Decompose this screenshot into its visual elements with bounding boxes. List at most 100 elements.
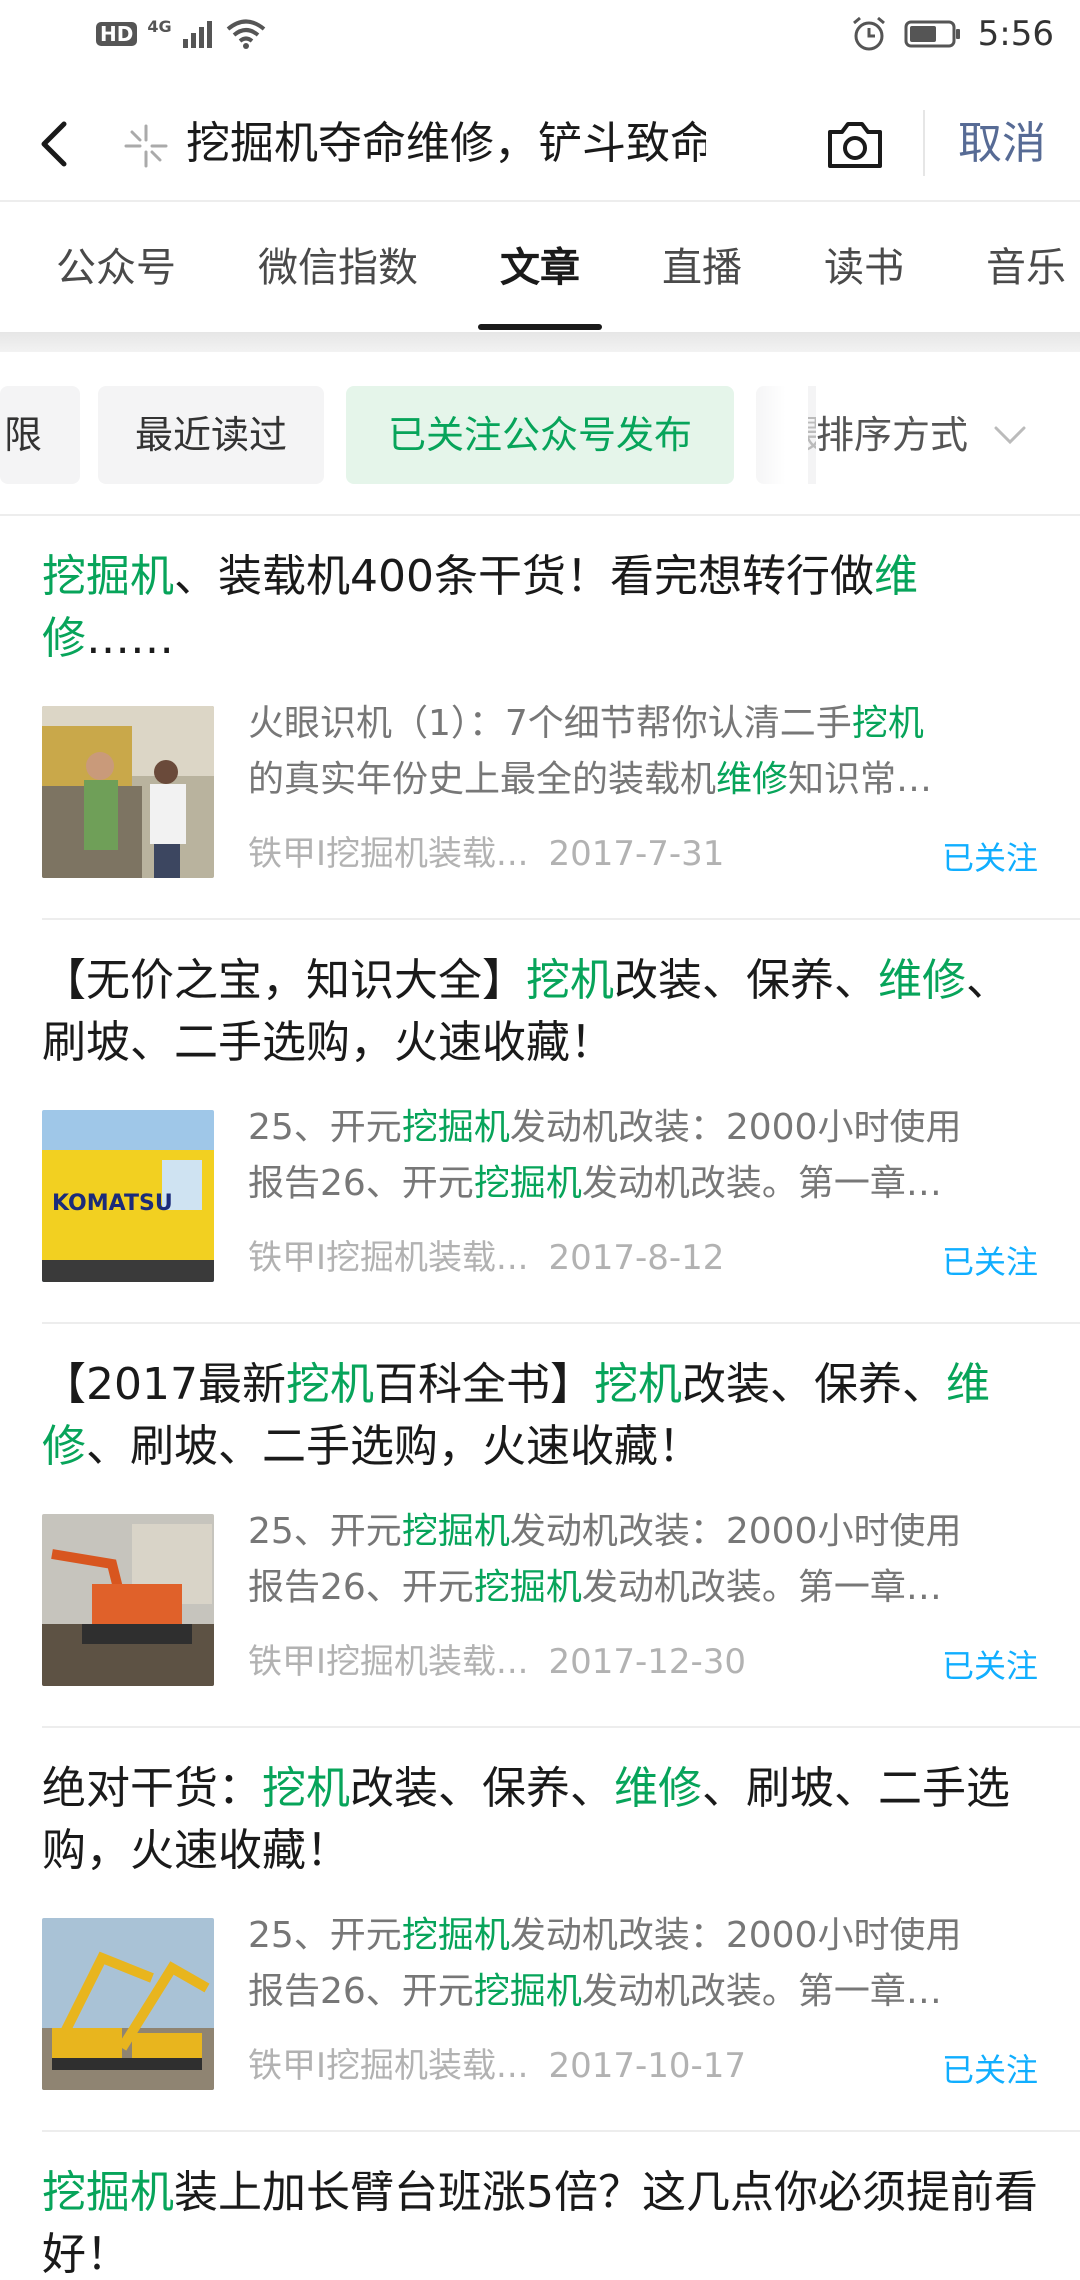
text-segment: 25、开元 xyxy=(248,1107,402,1148)
tab-music[interactable]: 音乐 xyxy=(986,240,1066,296)
article-date: 2017-12-30 xyxy=(548,1642,747,1682)
keyword-highlight: 挖掘机 xyxy=(401,1511,510,1552)
snippet-line: 25、开元挖掘机发动机改装：2000小时使用 xyxy=(248,1100,1038,1156)
yellow-excavators-image xyxy=(42,1918,214,2090)
hd-badge: HD xyxy=(96,22,138,46)
text-segment: 【无价之宝，知识大全】 xyxy=(42,955,526,1006)
text-segment: 发动机改装：2000小时使用 xyxy=(509,1107,962,1148)
filter-fade xyxy=(752,386,808,484)
people-excavator-image xyxy=(42,706,214,878)
text-segment: 发动机改装。第一章… xyxy=(581,1971,942,2012)
keyword-highlight: 挖机 xyxy=(593,1359,682,1410)
article-source: 铁甲I挖掘机装载... xyxy=(248,1642,529,1682)
keyword-highlight: 维修 xyxy=(614,1763,702,1814)
search-header: 挖掘机夺命维修，铲斗致命回 取消 xyxy=(0,90,1080,200)
article-item[interactable]: 挖掘机、装载机400条干货！看完想转行做维修…… 火眼识机（1）：7个细节帮你认… xyxy=(0,516,1080,920)
text-segment: 报告26、开元 xyxy=(248,1971,474,2012)
keyword-highlight: 挖掘机 xyxy=(42,551,174,602)
header-divider xyxy=(0,200,1080,202)
text-segment: 的真实年份史上最全的装载机 xyxy=(248,759,717,800)
article-snippet: 25、开元挖掘机发动机改装：2000小时使用 报告26、开元挖掘机发动机改装。第… xyxy=(248,1908,1038,2020)
sort-label: 排序方式 xyxy=(816,413,969,457)
keyword-highlight: 挖掘机 xyxy=(473,1163,582,1204)
text-segment: 发动机改装：2000小时使用 xyxy=(509,1915,962,1956)
article-thumbnail: KOMATSU xyxy=(42,1110,214,1282)
keyword-highlight: 挖掘机 xyxy=(473,1567,582,1608)
header-separator xyxy=(923,110,925,176)
followed-badge: 已关注 xyxy=(941,839,1038,877)
text-segment: 装上加长臂台班涨5倍？这几点你必须提前看好！ xyxy=(42,2167,1038,2280)
article-meta: 铁甲I挖掘机装载... 2017-8-12 xyxy=(248,1234,724,1282)
tab-official-accounts[interactable]: 公众号 xyxy=(56,240,176,296)
snippet-line: 报告26、开元挖掘机发动机改装。第一章… xyxy=(248,1156,1038,1212)
orange-excavator-image xyxy=(42,1514,214,1686)
text-segment: 知识常… xyxy=(788,759,933,800)
network-type: 4G xyxy=(147,16,172,36)
status-bar: HD 4G 5:56 xyxy=(0,0,1080,72)
snippet-line: 报告26、开元挖掘机发动机改装。第一章… xyxy=(248,1560,1038,1616)
snippet-line: 火眼识机（1）：7个细节帮你认清二手挖机 xyxy=(248,696,1038,752)
text-segment: …… xyxy=(86,613,174,664)
article-meta: 铁甲I挖掘机装载... 2017-12-30 xyxy=(248,1638,746,1686)
filter-bar: 限 最近读过 已关注公众号发布 最 排序方式 xyxy=(0,352,1080,512)
text-segment: 改装、保养、 xyxy=(614,955,878,1006)
article-item[interactable]: 【2017最新挖机百科全书】挖机改装、保养、维修、刷坡、二手选购，火速收藏！ 2… xyxy=(0,1324,1080,1728)
category-tabs: 公众号 微信指数 文章 直播 读书 音乐 xyxy=(0,204,1080,332)
text-segment: 报告26、开元 xyxy=(248,1567,474,1608)
filter-chip-time-limit[interactable]: 限 xyxy=(0,386,80,484)
keyword-highlight: 挖掘机 xyxy=(42,2167,174,2218)
article-title: 绝对干货：挖机改装、保养、维修、刷坡、二手选购，火速收藏！ xyxy=(42,1758,1042,1882)
text-segment: 改装、保养、 xyxy=(681,1359,946,1410)
cancel-button[interactable]: 取消 xyxy=(958,114,1046,174)
keyword-highlight: 挖机 xyxy=(526,955,614,1006)
keyword-highlight: 挖机 xyxy=(262,1763,350,1814)
article-source: 铁甲I挖掘机装载... xyxy=(248,2046,529,2086)
back-arrow-icon[interactable] xyxy=(30,114,80,174)
text-segment: 火眼识机（1）：7个细节帮你认清二手 xyxy=(248,703,852,744)
tab-articles[interactable]: 文章 xyxy=(500,240,580,296)
tab-live[interactable]: 直播 xyxy=(662,240,742,296)
filter-chip-recently-read[interactable]: 最近读过 xyxy=(98,386,324,484)
keyword-highlight: 挖机 xyxy=(285,1359,374,1410)
article-item[interactable]: 挖掘机装上加长臂台班涨5倍？这几点你必须提前看好！ xyxy=(0,2132,1080,2280)
article-snippet: 25、开元挖掘机发动机改装：2000小时使用 报告26、开元挖掘机发动机改装。第… xyxy=(248,1504,1038,1616)
text-segment: 25、开元 xyxy=(248,1511,402,1552)
camera-icon[interactable] xyxy=(824,114,886,174)
sort-dropdown[interactable]: 排序方式 xyxy=(816,386,1026,484)
followed-badge: 已关注 xyxy=(941,2051,1038,2089)
article-thumbnail xyxy=(42,1514,214,1686)
article-item[interactable]: 【无价之宝，知识大全】挖机改装、保养、维修、刷坡、二手选购，火速收藏！ KOMA… xyxy=(0,920,1080,1324)
text-segment: 报告26、开元 xyxy=(248,1163,474,1204)
article-title: 挖掘机装上加长臂台班涨5倍？这几点你必须提前看好！ xyxy=(42,2162,1042,2280)
text-segment: 改装、保养、 xyxy=(350,1763,614,1814)
article-date: 2017-8-12 xyxy=(548,1238,725,1278)
search-query-input[interactable]: 挖掘机夺命维修，铲斗致命回 xyxy=(186,112,706,176)
battery-icon xyxy=(904,20,960,48)
komatsu-excavator-image: KOMATSU xyxy=(42,1110,214,1282)
article-snippet: 25、开元挖掘机发动机改装：2000小时使用 报告26、开元挖掘机发动机改装。第… xyxy=(248,1100,1038,1212)
keyword-highlight: 挖机 xyxy=(851,703,924,744)
snippet-line: 25、开元挖掘机发动机改装：2000小时使用 xyxy=(248,1504,1038,1560)
filter-chip-followed-accounts[interactable]: 已关注公众号发布 xyxy=(346,386,734,484)
text-segment: 发动机改装。第一章… xyxy=(581,1163,942,1204)
article-date: 2017-10-17 xyxy=(548,2046,747,2086)
tab-reading[interactable]: 读书 xyxy=(824,240,904,296)
keyword-highlight: 挖掘机 xyxy=(401,1915,510,1956)
text-segment: 发动机改装：2000小时使用 xyxy=(509,1511,962,1552)
wechat-search-page: HD 4G 5:56 挖掘机夺命维修，铲斗致命回 取消 公众号 微信指数 文章 … xyxy=(0,0,1080,2280)
text-segment: 发动机改装。第一章… xyxy=(581,1567,942,1608)
article-item[interactable]: 绝对干货：挖机改装、保养、维修、刷坡、二手选购，火速收藏！ 25、开元挖掘机发动… xyxy=(0,1728,1080,2132)
clock-time: 5:56 xyxy=(977,14,1054,54)
article-title: 挖掘机、装载机400条干货！看完想转行做维修…… xyxy=(42,546,1042,670)
keyword-highlight: 维修 xyxy=(716,759,789,800)
status-left: HD 4G xyxy=(96,16,266,50)
text-segment: 绝对干货： xyxy=(42,1763,262,1814)
chevron-down-icon xyxy=(994,426,1026,445)
text-segment: 百科全书】 xyxy=(373,1359,594,1410)
article-meta: 铁甲I挖掘机装载... 2017-7-31 xyxy=(248,830,724,878)
followed-badge: 已关注 xyxy=(941,1243,1038,1281)
tab-wechat-index[interactable]: 微信指数 xyxy=(258,240,418,296)
keyword-highlight: 挖掘机 xyxy=(401,1107,510,1148)
tabs-divider xyxy=(0,332,1080,352)
article-meta: 铁甲I挖掘机装载... 2017-10-17 xyxy=(248,2042,746,2090)
